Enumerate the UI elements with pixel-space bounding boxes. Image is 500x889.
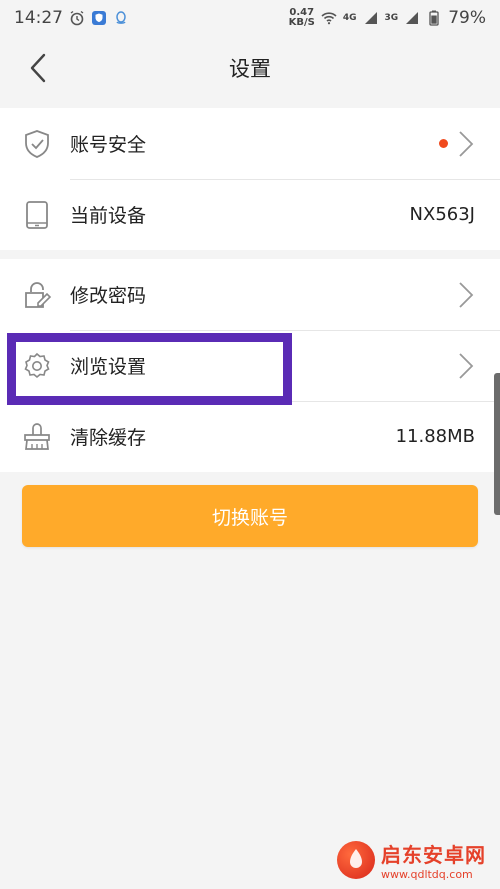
shield-check-icon bbox=[22, 129, 52, 159]
qq-icon bbox=[116, 11, 126, 24]
back-button[interactable] bbox=[22, 52, 54, 84]
shield-app-icon bbox=[92, 11, 106, 25]
row-label: 浏览设置 bbox=[70, 356, 147, 378]
status-time: 14:27 bbox=[14, 8, 63, 28]
account-security-row[interactable]: 账号安全 bbox=[0, 108, 500, 179]
switch-account-button[interactable]: 切换账号 bbox=[22, 485, 478, 547]
alarm-icon bbox=[70, 10, 84, 26]
title-bar: 设置 bbox=[0, 36, 500, 100]
battery-percent: 79% bbox=[448, 8, 486, 28]
device-model-value: NX563J bbox=[409, 204, 475, 225]
clear-cache-row[interactable]: 清除缓存 11.88MB bbox=[0, 401, 500, 472]
watermark-title: 启东安卓网 bbox=[381, 843, 486, 867]
row-label: 账号安全 bbox=[70, 134, 147, 156]
signal-icon-2 bbox=[406, 12, 419, 24]
scrollbar-thumb[interactable] bbox=[494, 373, 500, 515]
network-type-1: 4G bbox=[342, 13, 357, 23]
status-bar: 14:27 0.47 KB/S 4G 3G 79% bbox=[0, 0, 500, 36]
browse-settings-row[interactable]: 浏览设置 bbox=[0, 330, 500, 401]
gear-icon bbox=[22, 351, 52, 381]
signal-icon bbox=[364, 12, 377, 24]
row-label: 清除缓存 bbox=[70, 427, 147, 449]
page-title: 设置 bbox=[229, 57, 271, 81]
row-label: 当前设备 bbox=[70, 205, 147, 227]
battery-icon bbox=[429, 10, 439, 26]
account-group: 账号安全 当前设备 NX563J bbox=[0, 108, 500, 250]
change-password-row[interactable]: 修改密码 bbox=[0, 259, 500, 330]
watermark: 启东安卓网 www.qdltdq.com bbox=[337, 839, 486, 881]
chevron-right-icon bbox=[459, 130, 474, 157]
network-type-2: 3G bbox=[384, 13, 399, 23]
notification-dot bbox=[439, 139, 448, 148]
chevron-right-icon bbox=[459, 352, 474, 379]
chevron-left-icon bbox=[30, 53, 46, 83]
watermark-url: www.qdltdq.com bbox=[381, 868, 473, 881]
speed-unit: KB/S bbox=[288, 17, 315, 28]
current-device-row: 当前设备 NX563J bbox=[0, 179, 500, 250]
settings-group: 修改密码 浏览设置 清除缓存 11.88MB bbox=[0, 259, 500, 472]
broom-icon bbox=[22, 422, 52, 452]
chevron-right-icon bbox=[459, 281, 474, 308]
wifi-icon bbox=[321, 12, 337, 25]
lock-edit-icon bbox=[22, 280, 52, 310]
cache-size-value: 11.88MB bbox=[395, 426, 475, 447]
watermark-logo-icon bbox=[337, 841, 375, 879]
row-label: 修改密码 bbox=[70, 285, 147, 307]
tablet-icon bbox=[22, 200, 52, 230]
network-speed: 0.47 KB/S bbox=[289, 8, 315, 28]
